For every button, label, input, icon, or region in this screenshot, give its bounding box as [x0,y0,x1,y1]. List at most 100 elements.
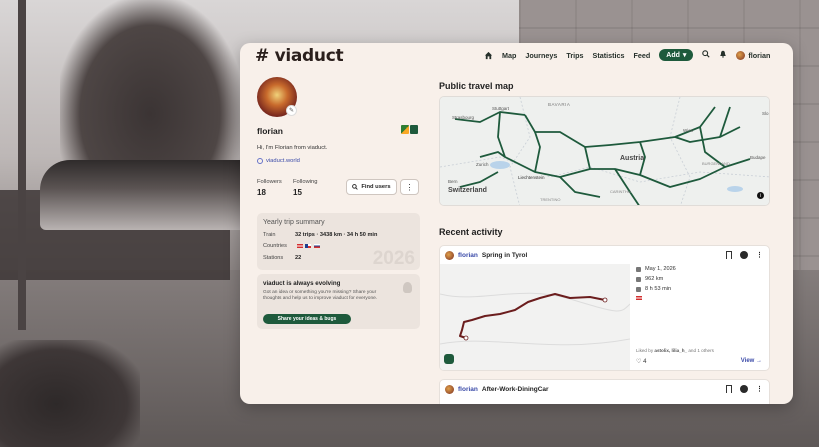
train-label: Train [263,232,276,238]
profile-website-link[interactable]: viaduct.world [257,158,300,164]
activity-card[interactable]: florian Spring in Tyrol ⋮ May 1, 2026 96… [439,245,770,371]
activity-user-link[interactable]: florian [458,386,478,393]
map-label-stuttgart: Stuttgart [492,106,510,111]
map-section-title: Public travel map [439,81,514,91]
bell-icon[interactable] [719,50,727,60]
website-label: viaduct.world [266,158,300,164]
map-label-strasbourg: Strasbourg [452,115,475,120]
more-icon[interactable]: ⋮ [756,251,763,259]
lightbulb-icon [403,282,412,293]
followers-count: 18 [257,188,266,197]
find-users-button[interactable]: Find users [346,179,397,195]
home-icon[interactable] [484,51,493,60]
share-ideas-button[interactable]: Share your ideas & bugs [263,314,351,324]
public-travel-map[interactable]: Strasbourg Stuttgart BAVARIA Wien Slo Zu… [439,96,770,206]
following-label: Following [293,179,318,185]
like-count: 4 [643,359,647,365]
trip-route-graphic [440,264,631,370]
calendar-icon [636,266,641,272]
top-navigation: # viaduct Map Journeys Trips Statistics … [240,43,793,69]
map-graphic [440,97,769,205]
liked-by-text: Liked by astolix, lilia_h_ and 1 others [636,348,714,353]
more-options-button[interactable]: ⋮ [400,179,419,195]
nav-feed[interactable]: Feed [634,51,651,60]
user-menu-label: florian [748,50,771,60]
trip-distance: 962 km [645,276,664,282]
distance-icon [636,276,641,282]
train-value: 32 trips · 3438 km · 34 h 50 min [295,232,378,238]
summary-countries-row: Countries [263,243,321,249]
chevron-down-icon: ▾ [682,52,687,59]
feedback-title: viaduct is always evolving [263,280,341,287]
stations-value: 22 [295,255,302,261]
nav-trips[interactable]: Trips [566,51,583,60]
nav-statistics[interactable]: Statistics [593,51,625,60]
map-label-bern: Bern [448,179,458,184]
trip-date-row: May 1, 2026 [636,266,676,272]
map-label-liechtenstein: Liechtenstein [518,175,545,180]
globe-icon [257,158,263,164]
stations-label: Stations [263,255,284,261]
activity-trip-title[interactable]: After-Work-DiningCar [482,386,549,393]
map-label-zurich: Zurich [476,162,489,167]
activity-trip-title[interactable]: Spring in Tyrol [482,252,527,259]
bus-badge-icon [410,125,418,134]
trip-route-map[interactable] [440,264,631,370]
trip-details: May 1, 2026 962 km 8 h 53 min [636,266,676,304]
trip-date: May 1, 2026 [645,266,676,272]
feedback-text: Got an idea or something you're missing?… [263,290,378,301]
search-icon [352,184,359,190]
train-icon [444,354,454,364]
map-label-budapest: Budape [750,155,766,160]
austria-flag-icon [296,243,303,248]
activity-user-link[interactable]: florian [458,252,478,259]
profile-username: florian [257,126,283,136]
avatar [445,385,454,394]
map-label-wien: Wien [683,128,694,133]
trip-country-row [636,296,676,300]
map-label-carinthia: CARINTHIA [610,189,632,194]
map-label-slo: Slo [762,111,769,116]
liked-suffix: and 1 others [688,348,714,353]
trip-duration: 8 h 53 min [645,286,672,292]
yearly-summary-card: Yearly trip summary Train 32 trips · 3438… [257,213,420,270]
like-button[interactable]: ♡ 4 [636,358,646,365]
czech-flag-icon [305,243,312,248]
globe-icon[interactable] [740,251,748,259]
train-badge-icon [401,125,409,134]
map-label-burgenland: BURGENLAND [702,161,730,166]
bookmark-icon[interactable] [726,385,732,393]
map-label-bavaria: BAVARIA [548,102,571,107]
nav-map[interactable]: Map [502,51,516,60]
activity-card-actions: ⋮ [726,251,763,259]
edit-avatar-icon[interactable]: ✎ [286,105,297,116]
info-icon[interactable]: i [757,192,764,199]
more-icon[interactable]: ⋮ [756,385,763,393]
nav-bar: Map Journeys Trips Statistics Feed Add ▾… [484,47,770,63]
heart-icon: ♡ [636,359,642,365]
profile-bio: Hi, I'm Florian from viaduct. [257,145,328,151]
summary-stations-row: Stations 22 [263,255,301,261]
nav-journeys[interactable]: Journeys [525,51,557,60]
user-menu[interactable]: florian [736,50,771,60]
map-label-trentino: TRENTINO [540,197,561,202]
globe-icon[interactable] [740,385,748,393]
avatar [736,50,746,60]
summary-train-row: Train 32 trips · 3438 km · 34 h 50 min [263,232,377,238]
liked-users[interactable]: astolix, lilia_h_ [654,348,687,353]
search-icon[interactable] [702,50,711,60]
activity-card[interactable]: florian After-Work-DiningCar ⋮ [439,379,770,404]
countries-label: Countries [263,243,287,249]
activity-card-header: florian Spring in Tyrol [445,251,527,260]
trip-duration-row: 8 h 53 min [636,286,676,292]
followers-stat[interactable]: Followers 18 [257,179,282,197]
summary-year: 2026 [372,248,415,269]
following-count: 15 [293,188,302,197]
brand-logo[interactable]: # viaduct [255,46,344,66]
activity-card-header: florian After-Work-DiningCar [445,385,549,394]
following-stat[interactable]: Following 15 [293,179,318,197]
add-button[interactable]: Add ▾ [659,49,694,61]
map-label-austria: Austria [620,155,645,162]
view-trip-link[interactable]: View → [741,358,762,364]
bookmark-icon[interactable] [726,251,732,259]
